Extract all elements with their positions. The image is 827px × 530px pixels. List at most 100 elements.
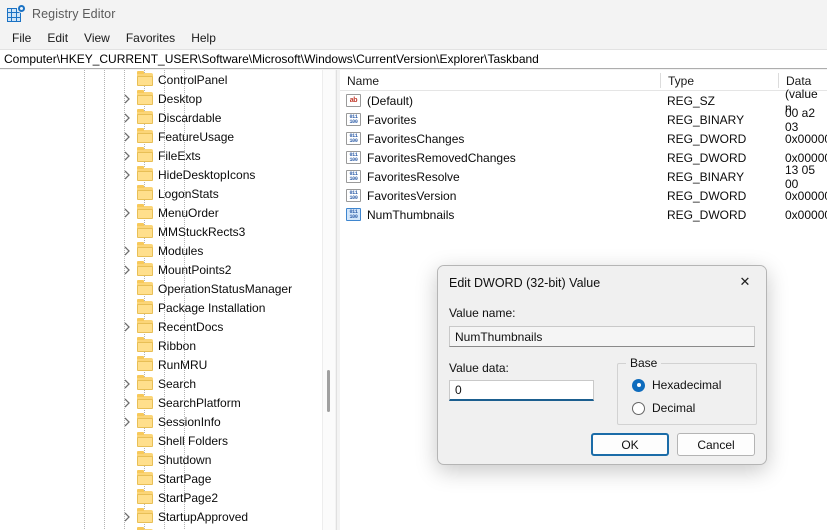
tree-item-menuorder[interactable]: MenuOrder [0,203,322,222]
window-title: Registry Editor [32,7,116,21]
value-name-cell: FavoritesRemovedChanges [367,150,516,165]
chevron-right-icon[interactable] [120,260,134,279]
menu-item-edit[interactable]: Edit [39,29,76,48]
tree-item-label: OperationStatusManager [158,281,293,296]
value-type-cell: REG_DWORD [667,188,747,203]
tree-item-featureusage[interactable]: FeatureUsage [0,127,322,146]
tree-item-modules[interactable]: Modules [0,241,322,260]
address-path: Computer\HKEY_CURRENT_USER\Software\Micr… [4,52,539,66]
radio-decimal-label: Decimal [652,401,696,415]
menu-item-favorites[interactable]: Favorites [118,29,183,48]
table-row[interactable]: 011 100 NumThumbnails REG_DWORD 0x00000 [340,205,827,224]
tree-item-desktop[interactable]: Desktop [0,89,322,108]
table-row[interactable]: 011 100 FavoritesResolve REG_BINARY 13 05 00 [340,163,827,191]
table-row[interactable]: ab (Default) REG_SZ (value n [340,87,827,115]
tree-item-label: Ribbon [158,338,197,353]
values-column-header: Name Type Data [340,70,827,91]
menu-item-view[interactable]: View [76,29,118,48]
tree-item-label: StartPage [158,471,212,486]
registry-editor-icon [6,5,25,23]
close-icon[interactable]: ✕ [724,266,766,298]
cancel-button[interactable]: Cancel [677,433,755,456]
value-data-label: Value data: [449,361,509,375]
folder-icon [137,147,153,162]
chevron-right-icon[interactable] [120,165,134,184]
chevron-right-icon[interactable] [120,89,134,108]
tree-item-shell-folders[interactable]: Shell Folders [0,431,322,450]
chevron-right-icon[interactable] [120,241,134,260]
tree-item-runmru[interactable]: RunMRU [0,355,322,374]
table-row[interactable]: 011 100 FavoritesChanges REG_DWORD 0x00000 [340,129,827,148]
radio-hexadecimal-indicator [632,378,645,392]
chevron-right-icon[interactable] [120,127,134,146]
base-legend: Base [626,356,662,370]
dialog-title: Edit DWORD (32-bit) Value [449,275,601,290]
tree-item-label: Modules [158,243,204,258]
table-row[interactable]: 011 100 FavoritesVersion REG_DWORD 0x00000 [340,186,827,205]
tree-item-controlpanel[interactable]: ControlPanel [0,70,322,89]
chevron-right-icon[interactable] [120,393,134,412]
tree-item-logonstats[interactable]: LogonStats [0,184,322,203]
tree-item-sessioninfo[interactable]: SessionInfo [0,412,322,431]
binary-value-icon: 011 100 [346,132,361,145]
tree-item-startupapproved[interactable]: StartupApproved [0,507,322,526]
radio-hexadecimal[interactable]: Hexadecimal [632,376,756,394]
ok-button[interactable]: OK [591,433,669,456]
binary-value-icon: 011 100 [346,113,361,126]
value-type-cell: REG_DWORD [667,131,747,146]
value-data-text: 0 [455,383,462,397]
binary-value-icon: 011 100 [346,189,361,202]
value-data-field[interactable]: 0 [449,380,594,401]
chevron-right-icon[interactable] [120,146,134,165]
value-data-cell: 0x00000 [785,188,827,203]
tree-item-discardable[interactable]: Discardable [0,108,322,127]
tree-item-hidedesktopicons[interactable]: HideDesktopIcons [0,165,322,184]
radio-hexadecimal-label: Hexadecimal [652,378,722,392]
table-row[interactable]: 011 100 Favorites REG_BINARY 00 a2 03 [340,106,827,134]
tree-item-label: FileExts [158,148,201,163]
tree-item-label: MountPoints2 [158,262,232,277]
tree-item-label: StartupApproved [158,509,249,524]
tree-item-search[interactable]: Search [0,374,322,393]
column-header-type[interactable]: Type [661,70,778,91]
tree-item-startpage2[interactable]: StartPage2 [0,488,322,507]
folder-icon [137,375,153,390]
chevron-right-icon[interactable] [120,108,134,127]
value-name-cell: Favorites [367,112,417,127]
registry-values-list: ab (Default) REG_SZ (value n 011 100 Favorites… [340,87,827,224]
tree-item-searchplatform[interactable]: SearchPlatform [0,393,322,412]
radio-decimal[interactable]: Decimal [632,399,756,417]
tree-item-mountpoints2[interactable]: MountPoints2 [0,260,322,279]
tree-item-package-installation[interactable]: Package Installation [0,298,322,317]
value-name-field[interactable]: NumThumbnails [449,326,755,347]
tree-item-label: LogonStats [158,186,219,201]
tree-item-shutdown[interactable]: Shutdown [0,450,322,469]
tree-item-streammru[interactable]: StreamMRU [0,526,322,530]
value-name-cell: (Default) [367,93,414,108]
tree-item-startpage[interactable]: StartPage [0,469,322,488]
table-row[interactable]: 011 100 FavoritesRemovedChanges REG_DWORD 0x… [340,148,827,167]
folder-icon [137,451,153,466]
tree-item-ribbon[interactable]: Ribbon [0,336,322,355]
folder-icon [137,489,153,504]
tree-item-operationstatusmanager[interactable]: OperationStatusManager [0,279,322,298]
chevron-right-icon[interactable] [120,507,134,526]
chevron-right-icon[interactable] [120,317,134,336]
menu-item-help[interactable]: Help [183,29,224,48]
tree-item-label: ControlPanel [158,72,228,87]
menu-item-file[interactable]: File [4,29,39,48]
tree-scrollbar[interactable] [322,70,335,530]
tree-item-mmstuckrects3[interactable]: MMStuckRects3 [0,222,322,241]
registry-tree-pane[interactable]: ControlPanel Desktop Discardable FeatureUsa… [0,70,322,530]
tree-scrollbar-thumb[interactable] [327,370,330,412]
tree-item-recentdocs[interactable]: RecentDocs [0,317,322,336]
tree-item-fileexts[interactable]: FileExts [0,146,322,165]
column-header-name[interactable]: Name [340,70,660,91]
address-bar[interactable]: Computer\HKEY_CURRENT_USER\Software\Micr… [0,49,827,69]
radio-decimal-indicator [632,401,645,415]
chevron-right-icon[interactable] [120,412,134,431]
tree-item-label: Package Installation [158,300,266,315]
chevron-right-icon[interactable] [120,203,134,222]
binary-value-icon: 011 100 [346,208,361,221]
chevron-right-icon[interactable] [120,374,134,393]
